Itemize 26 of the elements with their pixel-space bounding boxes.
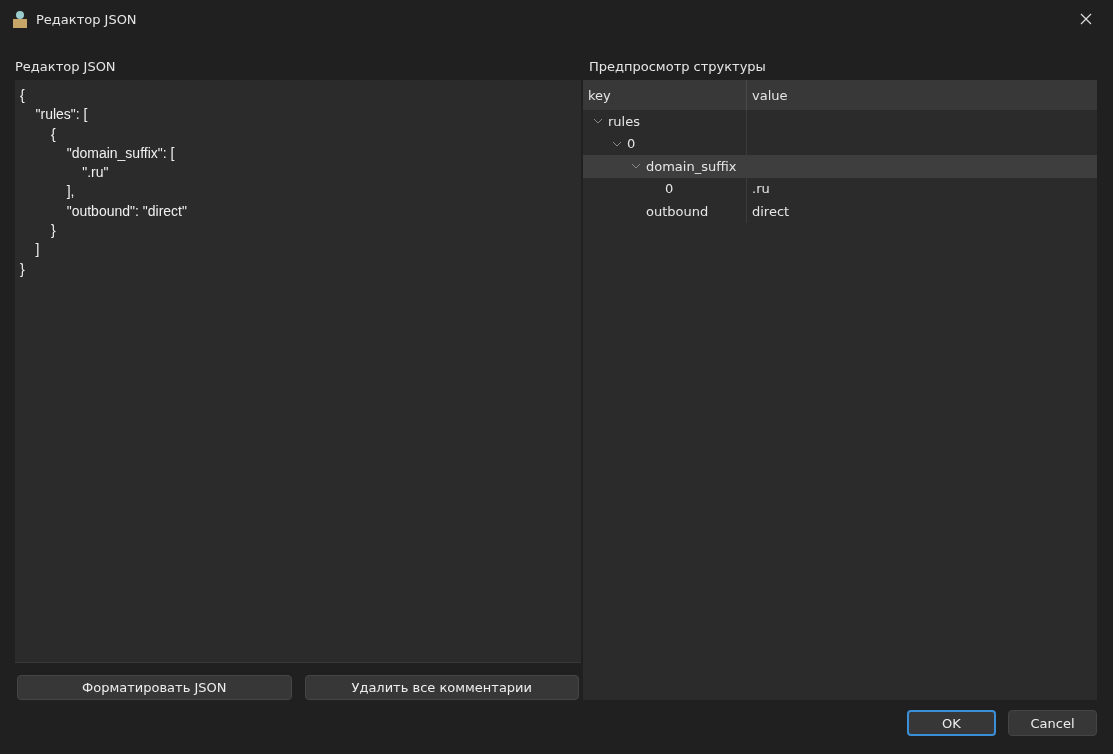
tree-row[interactable]: outbound direct: [583, 200, 1097, 223]
tree-key: outbound: [646, 203, 709, 219]
dialog-button[interactable]: Cancel: [1008, 710, 1097, 736]
json-editor[interactable]: { "rules": [ { "domain_suffix": [ ".ru" ], "outbound": "direct" } ] }: [15, 80, 581, 663]
tree-key: domain_suffix: [646, 158, 737, 174]
tree-row[interactable]: domain_suffix: [583, 155, 1097, 178]
box-icon: [12, 10, 28, 28]
tree-row[interactable]: rules: [583, 110, 1097, 133]
tree-value: direct: [751, 203, 790, 219]
tree-row[interactable]: 0 .ru: [583, 177, 1097, 200]
column-header[interactable]: value: [747, 80, 788, 110]
editor-button[interactable]: Форматировать JSON: [17, 675, 292, 700]
close-icon: [1080, 13, 1092, 25]
chevron-icon[interactable]: [612, 140, 622, 147]
tree-key: 0: [665, 181, 674, 197]
chevron-icon[interactable]: [593, 118, 603, 125]
chevron-icon[interactable]: [631, 163, 641, 170]
tree-key: 0: [627, 136, 636, 152]
editor-button[interactable]: Удалить все комментарии: [304, 675, 579, 700]
window-title: Редактор JSON: [36, 11, 138, 27]
tree-key: rules: [608, 113, 640, 129]
tree-value: .ru: [751, 181, 770, 197]
editor-label: Редактор JSON: [15, 58, 116, 74]
dialog-button[interactable]: OK: [907, 710, 996, 736]
column-header[interactable]: key: [583, 80, 747, 110]
preview-label: Предпросмотр структуры: [589, 58, 766, 74]
